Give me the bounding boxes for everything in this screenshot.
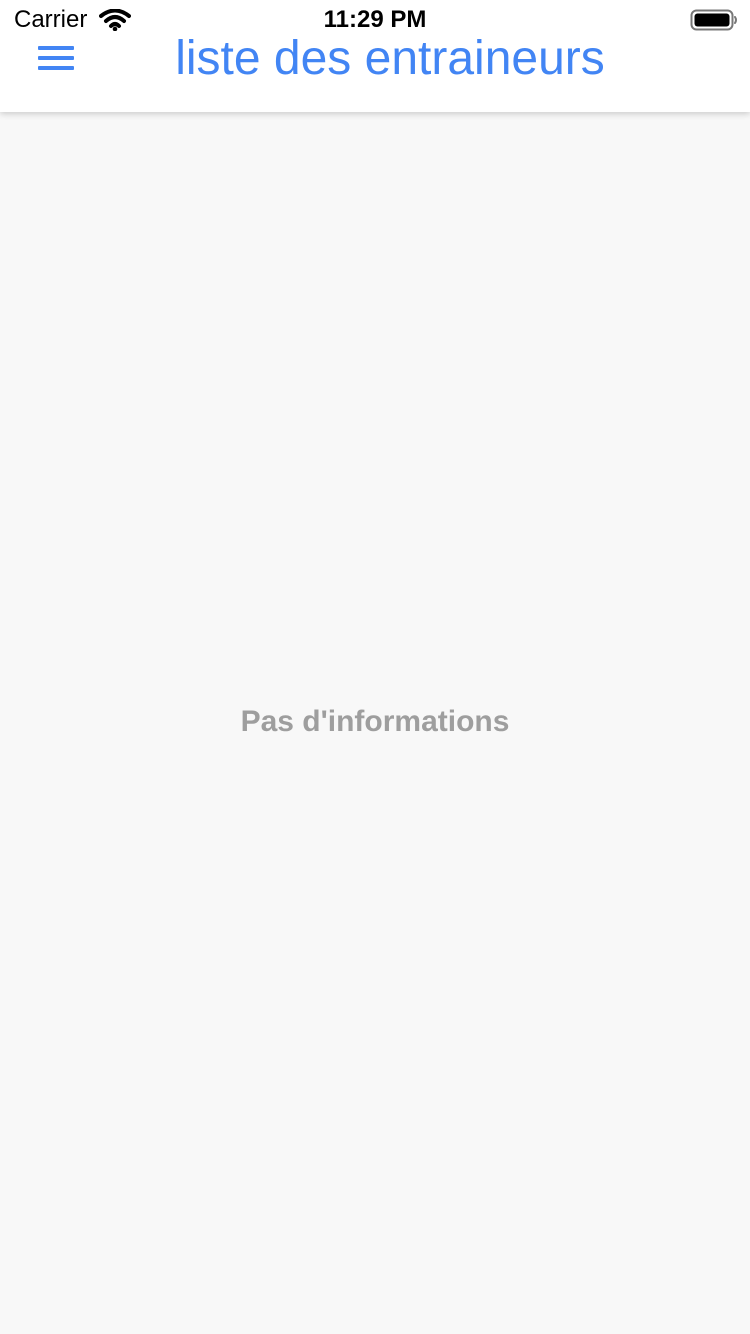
empty-state-message: Pas d'informations: [240, 705, 510, 738]
app-header: Carrier 11:29 PM liste des entraineurs: [0, 0, 750, 112]
main-content: Pas d'informations: [0, 112, 750, 1334]
page-title: liste des entraineurs: [175, 32, 605, 85]
clock-time: 11:29 PM: [323, 6, 427, 33]
battery-icon: [690, 9, 737, 31]
